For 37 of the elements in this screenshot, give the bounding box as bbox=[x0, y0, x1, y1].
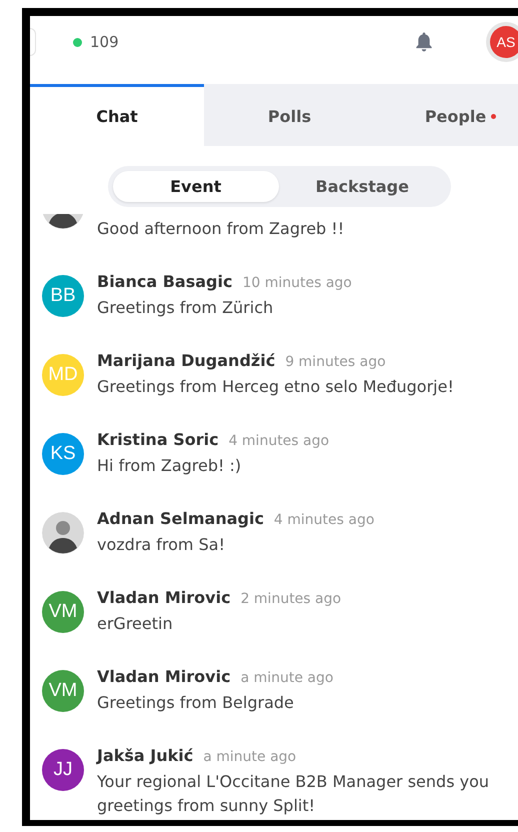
user-avatar: BB bbox=[42, 275, 84, 317]
sender-name: Adnan Selmanagic bbox=[97, 509, 264, 528]
user-avatar: JJ bbox=[42, 749, 84, 791]
sender-name: Kristina Soric bbox=[97, 430, 219, 449]
segment-tab[interactable]: Backstage bbox=[279, 171, 446, 202]
user-avatar[interactable]: AS bbox=[490, 26, 518, 58]
user-avatar: VM bbox=[42, 591, 84, 633]
online-count: 109 bbox=[90, 33, 119, 51]
user-avatar: VM bbox=[42, 670, 84, 712]
message-time: 4 minutes ago bbox=[274, 512, 374, 528]
message-text: Your regional L'Occitane B2B Manager sends you greetings from sunny Split! bbox=[97, 771, 490, 817]
message-time: 2 minutes ago bbox=[240, 591, 342, 607]
sender-name: Vladan Mirovic bbox=[97, 588, 231, 607]
sender-name: Jakša Jukić bbox=[97, 746, 194, 765]
message-time: 9 minutes ago bbox=[285, 354, 386, 370]
message-text: vozdra from Sa! bbox=[97, 534, 226, 556]
user-avatar: MD bbox=[42, 354, 84, 396]
message-time: 4 minutes ago bbox=[228, 433, 330, 449]
message-text: Hi from Zagreb! :) bbox=[97, 455, 242, 477]
segment-tab[interactable]: Event bbox=[112, 171, 279, 202]
online-status-icon bbox=[73, 38, 82, 46]
tab[interactable]: Polls bbox=[204, 84, 375, 146]
sender-name: Bianca Basagic bbox=[97, 272, 232, 291]
message-time: a minute ago bbox=[203, 749, 296, 765]
bell-icon[interactable] bbox=[414, 31, 434, 53]
avatar-photo-placeholder bbox=[42, 512, 84, 554]
message-text: Greetings from Herceg etno selo Međugorje! bbox=[97, 376, 455, 398]
message-time: 10 minutes ago bbox=[242, 275, 352, 291]
sender-name: Vladan Mirovic bbox=[97, 667, 231, 686]
tab[interactable]: People bbox=[375, 84, 518, 146]
message-text: Greetings from Zürich bbox=[97, 297, 274, 319]
message-text: erGreetin bbox=[97, 613, 174, 635]
sender-name: Marijana Dugandžić bbox=[97, 351, 276, 370]
message-text: Greetings from Belgrade bbox=[97, 692, 295, 714]
user-avatar: KS bbox=[42, 433, 84, 475]
message-time: a minute ago bbox=[240, 670, 334, 686]
message-text: Good afternoon from Zagreb !! bbox=[97, 218, 346, 240]
